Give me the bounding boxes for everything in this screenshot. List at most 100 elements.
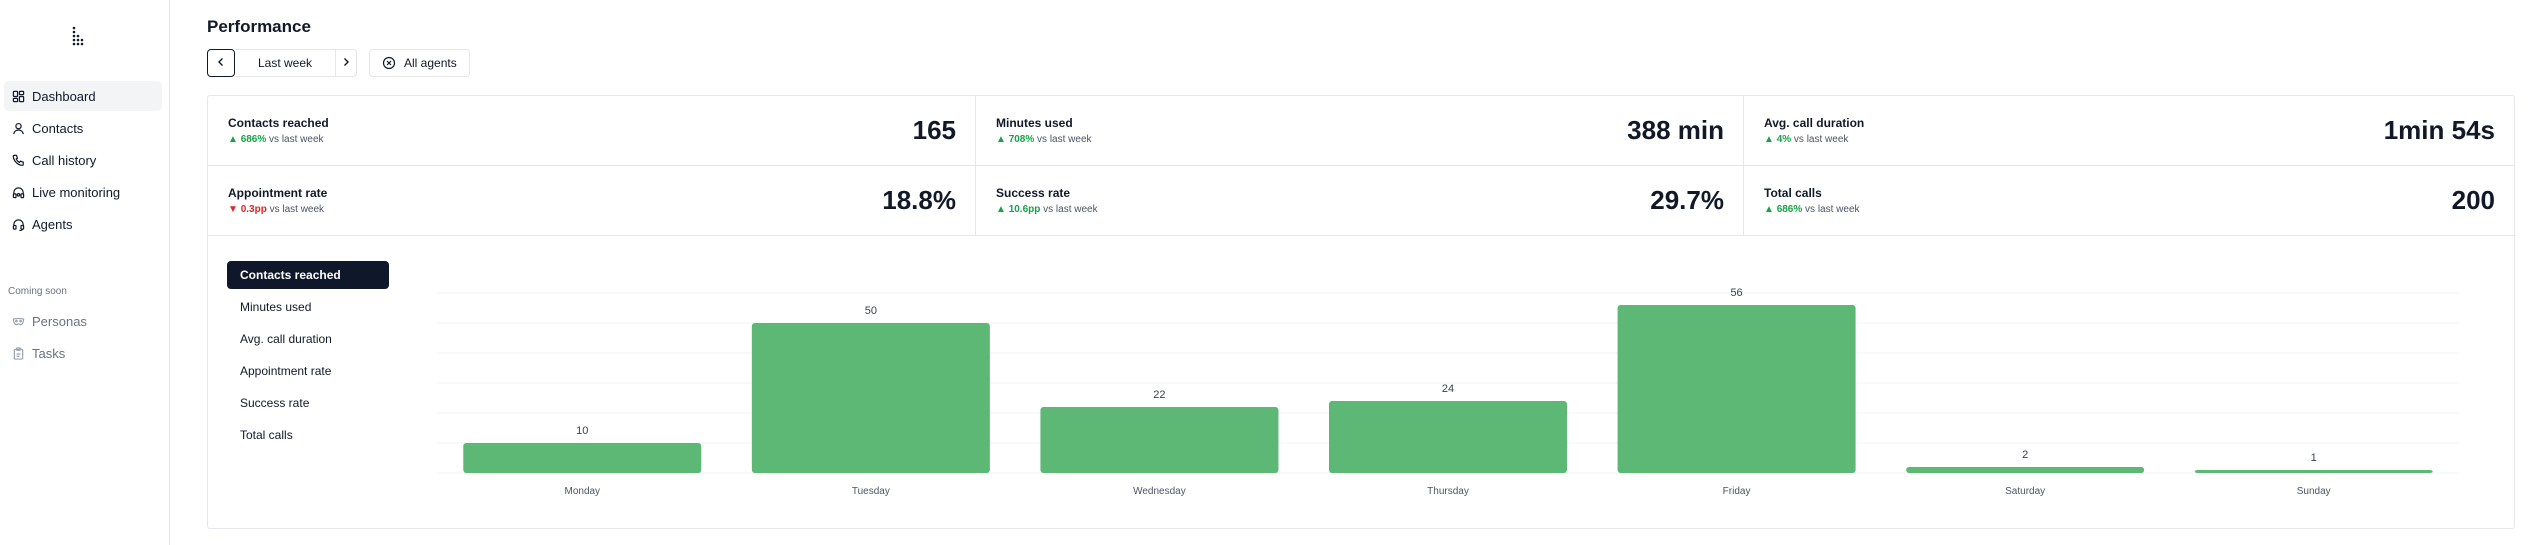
stat-value: 18.8% bbox=[882, 185, 956, 215]
stat-label: Avg. call duration bbox=[1764, 116, 1865, 130]
sidebar-item-label: Call history bbox=[32, 152, 97, 168]
headset-icon bbox=[12, 218, 25, 231]
chart-data-label: 24 bbox=[1442, 383, 1454, 395]
stat-value: 388 min bbox=[1627, 115, 1724, 145]
sidebar-item-label: Live monitoring bbox=[32, 184, 121, 200]
chart-bar[interactable] bbox=[1617, 305, 1856, 473]
page-title: Performance bbox=[207, 17, 311, 36]
stat-card-appointment-rate: Appointment rate ▼ 0.3pp vs last week 18… bbox=[208, 166, 976, 236]
metric-appointment-rate[interactable]: Appointment rate bbox=[227, 357, 389, 385]
stat-card-avg-call-duration: Avg. call duration ▲ 4% vs last week 1mi… bbox=[1744, 96, 2514, 166]
period-label[interactable]: Last week bbox=[235, 49, 335, 77]
trend-up-icon: ▲ bbox=[996, 134, 1009, 145]
previous-period-button[interactable] bbox=[207, 49, 235, 77]
trend-up-icon: ▲ bbox=[228, 134, 241, 145]
coming-soon-label: Coming soon bbox=[8, 286, 67, 297]
chart-category-label: Friday bbox=[1723, 486, 1751, 497]
sidebar-item-label: Dashboard bbox=[32, 88, 96, 104]
mask-icon bbox=[12, 315, 25, 328]
sidebar-item-live-monitoring[interactable]: Live monitoring bbox=[4, 177, 162, 207]
chart-bar[interactable] bbox=[751, 323, 990, 473]
trend-down-icon: ▼ bbox=[228, 204, 241, 215]
chart-data-label: 1 bbox=[2311, 452, 2317, 464]
sidebar-item-label: Contacts bbox=[32, 120, 84, 136]
sidebar-item-label: Agents bbox=[32, 216, 73, 232]
main-nav: Dashboard Contacts Call history Live mon… bbox=[4, 81, 162, 241]
stat-delta-value: 10.6pp bbox=[1008, 204, 1041, 215]
chart-data-label: 22 bbox=[1153, 389, 1165, 401]
circle-x-icon bbox=[382, 56, 396, 70]
chart-bar[interactable] bbox=[2194, 470, 2433, 473]
chart-bar[interactable] bbox=[1906, 467, 2145, 473]
metric-success-rate[interactable]: Success rate bbox=[227, 389, 389, 417]
stat-compare: vs last week bbox=[269, 204, 325, 215]
metric-minutes-used[interactable]: Minutes used bbox=[227, 293, 389, 321]
sidebar-item-dashboard[interactable]: Dashboard bbox=[4, 81, 162, 111]
braille-dots-logo-icon[interactable] bbox=[70, 26, 86, 46]
stat-delta-value: 0.3pp bbox=[240, 204, 267, 215]
trend-up-icon: ▲ bbox=[996, 204, 1009, 215]
stat-delta: ▲ 686% vs last week bbox=[228, 134, 324, 145]
stat-delta-value: 686% bbox=[1776, 204, 1803, 215]
stat-compare: vs last week bbox=[1037, 134, 1092, 145]
chevron-left-icon bbox=[216, 54, 226, 72]
chart-category-label: Saturday bbox=[2005, 486, 2045, 497]
stat-label: Appointment rate bbox=[228, 186, 328, 200]
next-period-button[interactable] bbox=[335, 49, 357, 77]
sidebar-item-tasks[interactable]: Tasks bbox=[4, 338, 162, 368]
chart-data-label: 2 bbox=[2022, 449, 2028, 461]
chart-category-label: Monday bbox=[564, 486, 600, 497]
headset-live-icon bbox=[12, 186, 25, 199]
sidebar-item-agents[interactable]: Agents bbox=[4, 209, 162, 239]
metric-avg-call-duration[interactable]: Avg. call duration bbox=[227, 325, 389, 353]
chart-data-label: 10 bbox=[576, 425, 588, 437]
chart-bar[interactable] bbox=[463, 443, 702, 473]
stat-delta: ▲ 708% vs last week bbox=[996, 134, 1092, 145]
stat-card-total-calls: Total calls ▲ 686% vs last week 200 bbox=[1744, 166, 2514, 236]
stat-value: 165 bbox=[912, 115, 956, 145]
stat-value: 29.7% bbox=[1650, 185, 1724, 215]
stat-card-success-rate: Success rate ▲ 10.6pp vs last week 29.7% bbox=[976, 166, 1744, 236]
sidebar-item-personas[interactable]: Personas bbox=[4, 306, 162, 336]
chart-category-label: Tuesday bbox=[852, 486, 890, 497]
chart-bar[interactable] bbox=[1040, 407, 1279, 473]
sidebar-item-contacts[interactable]: Contacts bbox=[4, 113, 162, 143]
stats-grid: Contacts reached ▲ 686% vs last week 165… bbox=[208, 96, 2514, 236]
stat-value: 1min 54s bbox=[2383, 115, 2495, 145]
chart-category-label: Wednesday bbox=[1133, 486, 1186, 497]
contacts-bar-chart: 10 Monday 50 Tuesday 22 Wednesday 24 Thursday 56… bbox=[438, 287, 2458, 497]
coming-soon-nav: Personas Tasks bbox=[4, 306, 162, 370]
sidebar-item-call-history[interactable]: Call history bbox=[4, 145, 162, 175]
stat-delta-value: 4% bbox=[1776, 134, 1792, 145]
metric-contacts-reached[interactable]: Contacts reached bbox=[227, 261, 389, 289]
stat-compare: vs last week bbox=[1805, 204, 1860, 215]
stat-compare: vs last week bbox=[1043, 204, 1098, 215]
period-toolbar: Last week All agents bbox=[207, 49, 470, 77]
stat-label: Minutes used bbox=[996, 116, 1073, 130]
stat-value: 200 bbox=[2451, 185, 2495, 215]
agents-filter-button[interactable]: All agents bbox=[369, 49, 470, 77]
stat-delta: ▼ 0.3pp vs last week bbox=[228, 204, 324, 215]
stat-compare: vs last week bbox=[269, 134, 324, 145]
stat-label: Total calls bbox=[1764, 186, 1822, 200]
metric-selector: Contacts reached Minutes used Avg. call … bbox=[227, 261, 389, 453]
sidebar-item-label: Personas bbox=[32, 313, 87, 329]
stat-card-contacts-reached: Contacts reached ▲ 686% vs last week 165 bbox=[208, 96, 976, 166]
sidebar-item-label: Tasks bbox=[32, 345, 66, 361]
user-icon bbox=[12, 122, 25, 135]
clipboard-icon bbox=[12, 346, 25, 360]
metric-total-calls[interactable]: Total calls bbox=[227, 421, 389, 449]
chart-bar[interactable] bbox=[1329, 401, 1567, 473]
phone-icon bbox=[12, 154, 25, 167]
agents-filter-label: All agents bbox=[404, 56, 457, 70]
chart-data-label: 56 bbox=[1730, 287, 1742, 299]
stat-label: Contacts reached bbox=[228, 116, 329, 130]
performance-panel: Contacts reached ▲ 686% vs last week 165… bbox=[207, 95, 2515, 529]
chart-category-label: Sunday bbox=[2297, 486, 2331, 497]
chevron-right-icon bbox=[341, 54, 351, 72]
chart-data-label: 50 bbox=[865, 305, 877, 317]
stat-compare: vs last week bbox=[1793, 134, 1849, 145]
chart-category-label: Thursday bbox=[1427, 486, 1469, 497]
stat-delta-value: 708% bbox=[1008, 134, 1035, 145]
sidebar: Dashboard Contacts Call history Live mon… bbox=[0, 0, 170, 545]
